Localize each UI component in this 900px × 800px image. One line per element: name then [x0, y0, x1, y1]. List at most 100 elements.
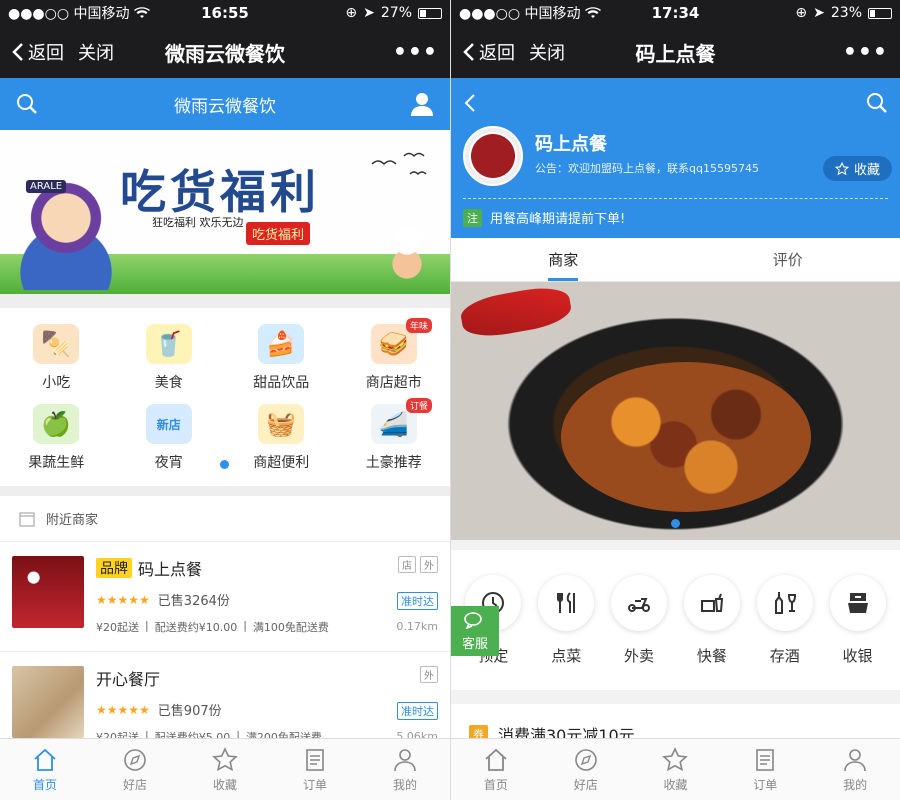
category-label: 夜宵	[154, 455, 183, 471]
tab-label: 收藏	[212, 777, 237, 792]
battery-fill	[420, 9, 426, 17]
promo-banner[interactable]: ARALE 吃货福利 狂吃福利 欢乐无边 吃货福利	[0, 130, 450, 294]
snack-icon: 🍢	[33, 324, 80, 364]
shop-name: 码上点餐	[138, 560, 203, 579]
shop-thumbnail	[12, 556, 84, 628]
category-night[interactable]: 新店 夜宵	[113, 398, 226, 478]
store-tabs: 商家 评价	[451, 238, 900, 282]
separator	[0, 486, 450, 496]
service-cashier[interactable]: 收银	[829, 574, 886, 666]
basket-icon: 🧺	[258, 404, 305, 444]
category-food[interactable]: 🥤 美食	[113, 318, 226, 398]
close-button[interactable]: 关闭	[529, 39, 565, 65]
tab-label: 好店	[573, 777, 598, 792]
tab-label: 好店	[122, 777, 147, 792]
shop-info: 开心餐厅 ★★★★★已售907份 ¥20起送|配送费约¥5.00|满200免配送…	[96, 666, 438, 747]
tab-home[interactable]: 首页	[0, 739, 90, 800]
service-fastfood[interactable]: 快餐	[683, 574, 740, 666]
dessert-icon: 🍰	[258, 324, 305, 364]
wechat-nav-bar: 返回 关闭 码上点餐 •••	[451, 26, 900, 78]
newstore-icon: 新店	[145, 404, 192, 444]
category-convenience[interactable]: 🧺 商超便利	[225, 398, 338, 478]
close-button[interactable]: 关闭	[78, 39, 114, 65]
store-logo	[463, 126, 523, 186]
more-button[interactable]: •••	[843, 40, 888, 65]
category-label: 美食	[154, 375, 183, 391]
service-label: 存酒	[769, 646, 800, 665]
service-order[interactable]: 点菜	[538, 574, 595, 666]
bottom-tab-bar: 首页 好店 收藏 订单 我的	[451, 738, 900, 800]
tab-mine[interactable]: 我的	[810, 739, 900, 800]
category-dessert[interactable]: 🍰 甜品饮品	[225, 318, 338, 398]
category-recommend[interactable]: 订餐 🚄 土豪推荐	[338, 398, 451, 478]
search-icon[interactable]	[16, 93, 38, 115]
birds-icon	[371, 152, 427, 176]
category-store[interactable]: 年味 🥪 商店超市	[338, 318, 451, 398]
chevron-left-icon[interactable]	[463, 92, 477, 114]
service-label: 快餐	[696, 646, 727, 665]
service-takeout[interactable]: 外卖	[611, 574, 668, 666]
chef-image	[384, 222, 430, 282]
banner-title: 吃货福利	[120, 165, 320, 219]
tab-favorites[interactable]: 收藏	[180, 739, 270, 800]
tab-mine[interactable]: 我的	[360, 739, 450, 800]
brand-badge: 品牌	[96, 558, 132, 578]
service-label: 外卖	[624, 646, 655, 665]
order-icon	[306, 748, 324, 771]
search-icon[interactable]	[866, 92, 888, 114]
back-label: 返回	[479, 43, 515, 64]
store-header: 码上点餐 公告：欢迎加盟码上点餐，联系qq15595745 收藏 注用餐高峰期请…	[451, 78, 900, 238]
food-icon: 🥤	[145, 324, 192, 364]
separator	[0, 294, 450, 308]
favorite-button[interactable]: 收藏	[822, 156, 892, 181]
status-time: 16:55	[201, 4, 249, 22]
category-tag: 年味	[405, 318, 432, 333]
customer-service-button[interactable]: 客服	[451, 606, 499, 656]
chat-icon	[464, 611, 482, 629]
shop-item[interactable]: 品牌 码上点餐 ★★★★★ 已售3264份 ¥20起送 | 配送费约¥10.00 | 满10…	[0, 542, 450, 652]
fastfood-icon	[683, 574, 740, 631]
ontime-badge: 准时达	[397, 592, 438, 610]
tab-reviews[interactable]: 评价	[676, 238, 900, 281]
shop-thumbnail	[12, 666, 84, 738]
tab-orders[interactable]: 订单	[720, 739, 810, 800]
shop-info: 品牌 码上点餐 ★★★★★ 已售3264份 ¥20起送 | 配送费约¥10.00 | 满10…	[96, 556, 438, 637]
compass-icon	[124, 748, 146, 771]
banner-brand: ARALE	[26, 180, 67, 193]
status-bar: ●●●○○ 中国移动 17:34 ⊕ ➤ 23%	[451, 0, 900, 26]
home-screen: ●●●○○ 中国移动 16:55 ⊕ ➤ 27% 返回 关闭 微雨云微餐饮 ••…	[0, 0, 450, 800]
nearby-label: 附近商家	[46, 513, 99, 528]
tab-shops[interactable]: 好店	[541, 739, 631, 800]
category-snack[interactable]: 🍢 小吃	[0, 318, 113, 398]
tab-home[interactable]: 首页	[451, 739, 541, 800]
battery-icon	[868, 7, 892, 19]
star-icon	[662, 746, 689, 771]
food-image[interactable]	[451, 282, 900, 540]
tab-favorites[interactable]: 收藏	[631, 739, 721, 800]
category-label: 土豪推荐	[365, 455, 422, 471]
category-label: 果蔬生鲜	[28, 455, 85, 471]
back-button[interactable]: 返回	[463, 39, 515, 65]
service-wine[interactable]: 存酒	[756, 574, 813, 666]
tab-shops[interactable]: 好店	[90, 739, 180, 800]
banner-small-text: 狂吃福利 欢乐无边	[152, 216, 244, 229]
tab-label: 我的	[843, 777, 868, 792]
tab-orders[interactable]: 订单	[270, 739, 360, 800]
category-label: 小吃	[42, 375, 71, 391]
tab-label: 订单	[302, 777, 327, 792]
category-fruit[interactable]: 🍏 果蔬生鲜	[0, 398, 113, 478]
tab-merchant[interactable]: 商家	[451, 238, 676, 281]
category-label: 甜品饮品	[253, 375, 310, 391]
back-button[interactable]: 返回	[12, 39, 64, 65]
category-label: 商店超市	[365, 375, 422, 391]
page-indicator	[220, 460, 229, 469]
cashier-icon	[829, 574, 886, 631]
user-icon[interactable]	[410, 92, 434, 116]
sold-count: 已售3264份	[157, 594, 230, 609]
rating-stars: ★★★★★	[96, 592, 150, 607]
delivery-fee: 配送费约¥10.00	[154, 621, 238, 634]
header-title: 微雨云微餐饮	[174, 96, 276, 117]
battery-icon	[418, 7, 442, 19]
more-button[interactable]: •••	[393, 40, 438, 65]
free-delivery: 满100免配送费	[252, 621, 329, 634]
